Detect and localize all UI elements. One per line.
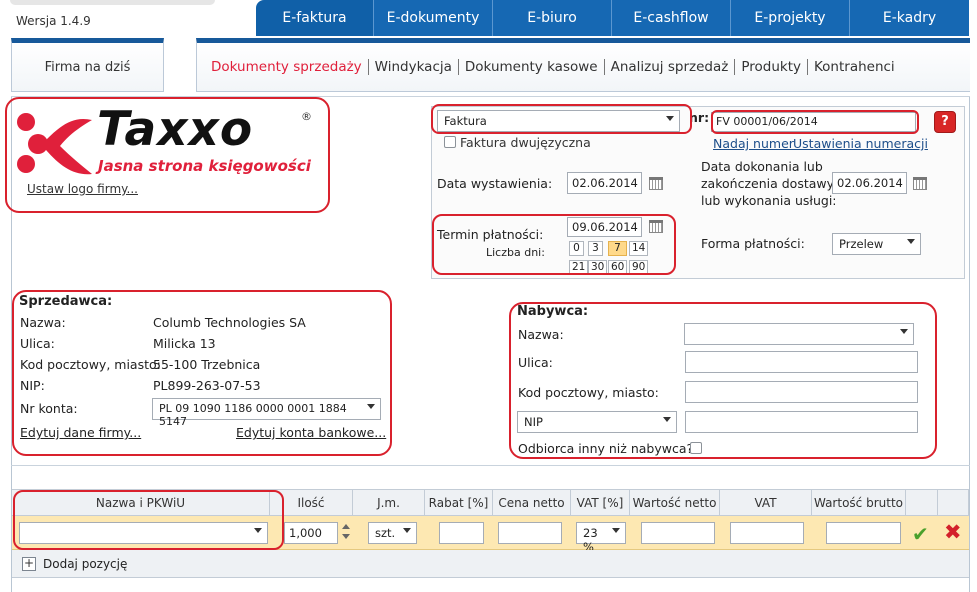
chevron-down-icon <box>403 528 411 533</box>
module-tab-2[interactable]: E-biuro <box>493 0 612 36</box>
highlight-doc-number <box>711 110 919 134</box>
net-value-input[interactable] <box>641 522 715 544</box>
table-header-cell: Cena netto <box>493 490 571 516</box>
subnav-item-2[interactable]: Dokumenty kasowe <box>459 59 604 75</box>
completion-date-label-3: lub wykonania usługi: <box>701 193 837 208</box>
numbering-settings-link[interactable]: Ustawienia numeracji <box>793 136 928 151</box>
module-tab-4[interactable]: E-projekty <box>731 0 850 36</box>
vat-rate-select[interactable]: 23 % <box>576 522 626 554</box>
confirm-check-icon[interactable]: ✔ <box>912 522 929 546</box>
issue-date-input[interactable]: 02.06.2014 <box>567 172 642 194</box>
highlight-seller <box>12 290 392 456</box>
issue-date-label: Data wystawienia: <box>437 176 553 191</box>
highlight-payment-term <box>432 214 676 275</box>
subnav-item-0[interactable]: Dokumenty sprzedaży <box>205 59 368 75</box>
table-header-cell: Wartość brutto <box>812 490 906 516</box>
bilingual-label: Faktura dwujęzyczna <box>460 135 591 150</box>
version-pill <box>10 0 215 5</box>
add-item-link[interactable]: Dodaj pozycję <box>43 557 127 571</box>
table-header-cell: J.m. <box>353 490 425 516</box>
divider <box>11 465 970 466</box>
unit-select[interactable]: szt. <box>368 522 417 544</box>
highlight-product-name <box>13 490 284 550</box>
assign-number-link[interactable]: Nadaj numer <box>713 136 794 151</box>
subnav-item-5[interactable]: Kontrahenci <box>808 59 901 75</box>
chevron-down-icon <box>612 528 620 533</box>
calendar-icon[interactable] <box>649 177 663 190</box>
discount-input[interactable] <box>439 522 484 544</box>
completion-date-label-2: zakończenia dostawy <box>701 176 835 191</box>
subnav-item-1[interactable]: Windykacja <box>369 59 458 75</box>
delete-x-icon[interactable]: ✖ <box>944 520 962 544</box>
nr-label: nr: <box>689 110 710 125</box>
calendar-icon[interactable] <box>913 177 927 190</box>
help-icon[interactable]: ? <box>934 111 956 133</box>
table-header-cell: VAT <box>720 490 812 516</box>
vat-value-input[interactable] <box>730 522 804 544</box>
completion-date-input[interactable]: 02.06.2014 <box>832 172 907 194</box>
highlight-doc-type <box>431 104 692 134</box>
table-header-cell: Wartość netto <box>630 490 720 516</box>
net-price-input[interactable] <box>498 522 562 544</box>
table-header-cell: Rabat [%] <box>425 490 493 516</box>
plus-icon[interactable]: + <box>22 557 36 571</box>
subnav-item-4[interactable]: Produkty <box>735 59 807 75</box>
table-header-cell: VAT [%] <box>571 490 630 516</box>
payment-form-select[interactable]: Przelew <box>832 233 921 255</box>
app-version: Wersja 1.4.9 <box>16 14 91 28</box>
firma-na-dzis-button[interactable]: Firma na dziś <box>11 38 164 92</box>
bilingual-checkbox[interactable] <box>444 136 456 148</box>
highlight-logo <box>5 97 330 213</box>
module-tab-5[interactable]: E-kadry <box>850 0 969 36</box>
completion-date-label-1: Data dokonania lub <box>701 159 823 174</box>
sales-subnav: Dokumenty sprzedaży Windykacja Dokumenty k… <box>196 38 970 92</box>
table-header-cell <box>938 490 969 516</box>
table-header-cell <box>906 490 938 516</box>
highlight-buyer <box>509 302 937 459</box>
module-tab-1[interactable]: E-dokumenty <box>374 0 493 36</box>
quantity-input[interactable]: 1,000 <box>284 522 338 544</box>
payment-form-value: Przelew <box>839 237 884 251</box>
chevron-down-icon <box>907 239 915 244</box>
payment-form-label: Forma płatności: <box>701 236 805 251</box>
module-tab-3[interactable]: E-cashflow <box>612 0 731 36</box>
add-row-bar <box>12 550 969 578</box>
quantity-stepper[interactable] <box>341 522 351 542</box>
unit-value: szt. <box>375 526 396 540</box>
subnav-item-3[interactable]: Analizuj sprzedaż <box>605 59 735 75</box>
gross-value-input[interactable] <box>826 522 901 544</box>
module-tab-0[interactable]: E-faktura <box>256 0 374 36</box>
module-tabs: E-faktura E-dokumenty E-biuro E-cashflow E-p… <box>256 0 969 36</box>
